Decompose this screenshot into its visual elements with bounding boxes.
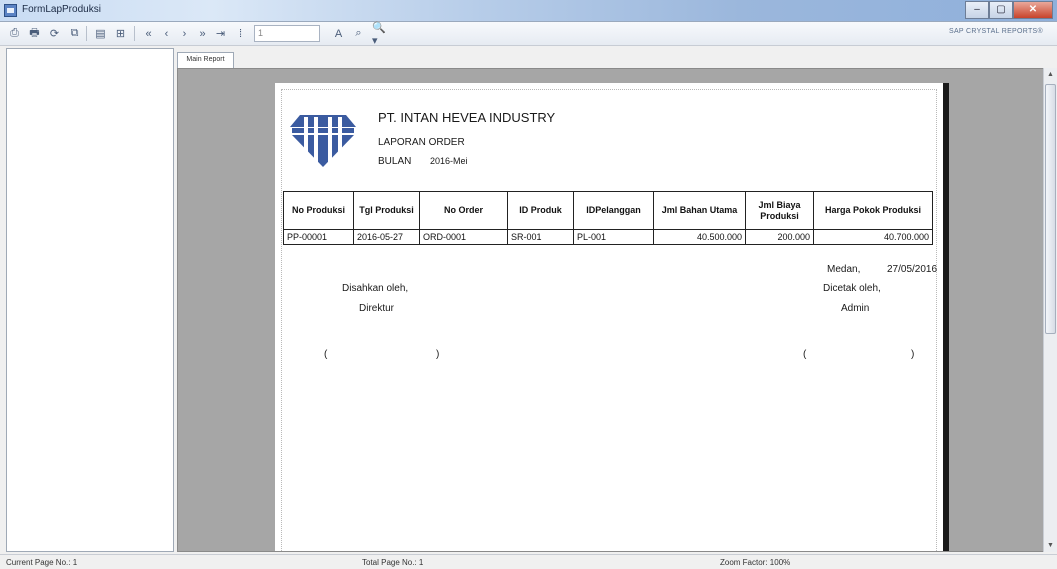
tab-main-report[interactable]: Main Report xyxy=(177,52,234,68)
scroll-down-icon[interactable]: ▼ xyxy=(1044,539,1057,552)
column-header: ID Produk xyxy=(507,191,574,230)
company-name: PT. INTAN HEVEA INDUSTRY xyxy=(378,110,556,125)
refresh-icon[interactable]: ⟳ xyxy=(46,25,63,42)
group-tree-icon[interactable]: ▤ xyxy=(92,25,109,42)
goto-page-icon[interactable]: ⇥ xyxy=(212,25,229,42)
report-viewer-window: FormLapProduksi – ▢ ✕ ⎙ 🖶 ⟳ ⧉ ▤ ⊞ « ‹ › … xyxy=(0,0,1057,569)
report-page: PT. INTAN HEVEA INDUSTRY LAPORAN ORDER B… xyxy=(275,83,943,551)
signature-close-right: ) xyxy=(911,349,915,360)
last-page-icon[interactable]: » xyxy=(194,25,211,42)
table-cell: PP-00001 xyxy=(283,229,354,245)
total-page-status: Total Page No.: 1 xyxy=(362,558,424,567)
find-icon[interactable]: A xyxy=(330,25,347,42)
status-bar: Current Page No.: 1 Total Page No.: 1 Zo… xyxy=(0,554,1057,569)
prev-page-icon[interactable]: ‹ xyxy=(158,25,175,42)
column-header: IDPelanggan xyxy=(573,191,654,230)
page-number-input[interactable]: 1 xyxy=(254,25,320,42)
copy-icon[interactable]: ⧉ xyxy=(66,25,83,42)
table-cell: 40.500.000 xyxy=(653,229,746,245)
bulan-value: 2016-Mei xyxy=(430,156,468,166)
maximize-button[interactable]: ▢ xyxy=(989,1,1013,19)
signature-close-left: ) xyxy=(436,349,440,360)
printer-role: Admin xyxy=(841,303,870,314)
next-page-icon[interactable]: › xyxy=(176,25,193,42)
window-controls: – ▢ ✕ xyxy=(965,1,1053,19)
group-tree-panel[interactable] xyxy=(6,48,174,552)
report-table: No Produksi Tgl Produksi No Order ID Pro… xyxy=(283,191,933,245)
approved-by-label: Disahkan oleh, xyxy=(342,283,409,294)
minimize-button[interactable]: – xyxy=(965,1,989,19)
report-subtitle: LAPORAN ORDER xyxy=(378,137,465,148)
column-header: No Order xyxy=(419,191,508,230)
app-icon xyxy=(4,4,17,17)
table-header-row: No Produksi Tgl Produksi No Order ID Pro… xyxy=(283,191,933,230)
table-row: PP-00001 2016-05-27 ORD-0001 SR-001 PL-0… xyxy=(283,229,933,245)
signature-open-right: ( xyxy=(803,349,807,360)
print-icon[interactable]: 🖶 xyxy=(26,25,43,42)
column-header: Tgl Produksi xyxy=(353,191,420,230)
printed-by-label: Dicetak oleh, xyxy=(823,283,881,294)
table-cell: 2016-05-27 xyxy=(353,229,420,245)
title-bar: FormLapProduksi – ▢ ✕ xyxy=(0,0,1057,22)
toggle-icon[interactable]: ⊞ xyxy=(112,25,129,42)
table-cell: SR-001 xyxy=(507,229,574,245)
table-cell: 40.700.000 xyxy=(813,229,933,245)
scroll-up-icon[interactable]: ▲ xyxy=(1044,68,1057,81)
search-icon[interactable]: ⌕ xyxy=(350,25,367,42)
signature-open-left: ( xyxy=(324,349,328,360)
vertical-scrollbar[interactable]: ▲ ▼ xyxy=(1043,68,1057,552)
window-title: FormLapProduksi xyxy=(22,4,101,15)
zoom-status: Zoom Factor: 100% xyxy=(720,558,791,567)
scroll-thumb[interactable] xyxy=(1045,84,1056,334)
current-page-status: Current Page No.: 1 xyxy=(6,558,78,567)
footer-city: Medan, xyxy=(827,264,861,275)
table-cell: PL-001 xyxy=(573,229,654,245)
column-header: Harga Pokok Produksi xyxy=(813,191,933,230)
table-cell: 200.000 xyxy=(745,229,814,245)
bulan-label: BULAN xyxy=(378,156,412,167)
first-page-icon[interactable]: « xyxy=(140,25,157,42)
toolbar: ⎙ 🖶 ⟳ ⧉ ▤ ⊞ « ‹ › » ⇥ ⁞ 1 A ⌕ 🔍▾ SAP CRY… xyxy=(0,22,1057,47)
brand-label: SAP CRYSTAL REPORTS® xyxy=(948,28,1043,35)
page-divider-icon: ⁞ xyxy=(238,27,243,40)
column-header: Jml Bahan Utama xyxy=(653,191,746,230)
approver-role: Direktur xyxy=(359,303,395,314)
company-logo-icon xyxy=(290,115,356,167)
table-cell: ORD-0001 xyxy=(419,229,508,245)
column-header: No Produksi xyxy=(283,191,354,230)
zoom-icon[interactable]: 🔍▾ xyxy=(372,22,389,47)
export-icon[interactable]: ⎙ xyxy=(6,25,23,42)
close-button[interactable]: ✕ xyxy=(1013,1,1053,19)
report-canvas[interactable]: PT. INTAN HEVEA INDUSTRY LAPORAN ORDER B… xyxy=(177,68,1047,552)
column-header: Jml Biaya Produksi xyxy=(745,191,814,230)
footer-date: 27/05/2016 xyxy=(887,264,938,275)
